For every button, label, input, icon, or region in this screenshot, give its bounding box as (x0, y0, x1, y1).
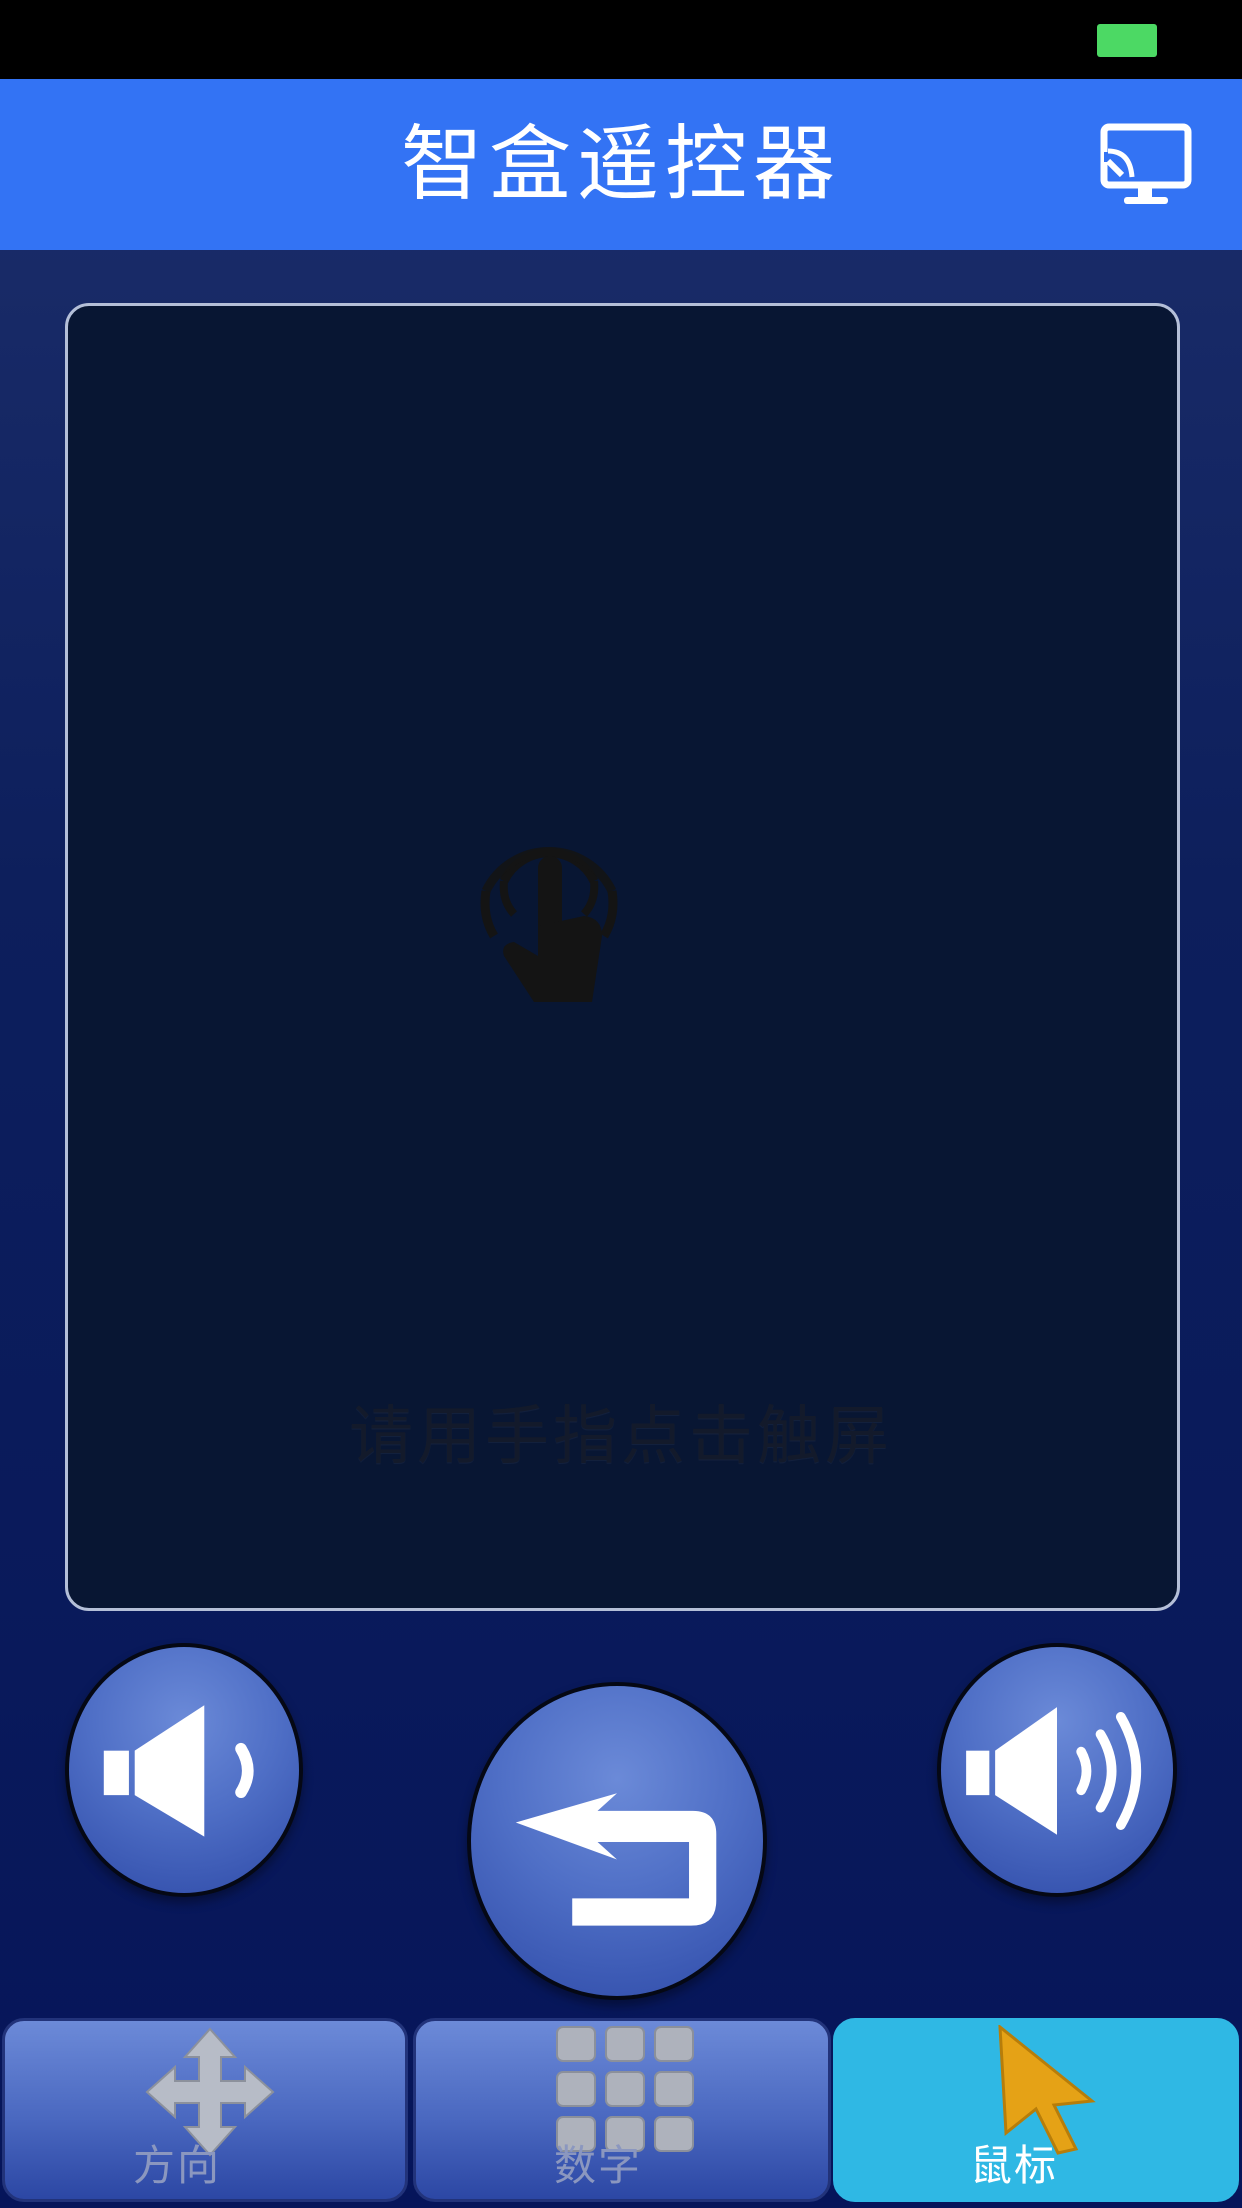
tab-direction-label: 方向 (133, 2141, 222, 2190)
back-button[interactable] (467, 1682, 767, 2000)
tab-direction[interactable]: 方向 (2, 2018, 408, 2202)
touch-hint-text: 请用手指点击触屏 (349, 1400, 893, 1474)
volume-down-icon (103, 1705, 254, 1837)
cast-button[interactable] (1100, 121, 1196, 209)
volume-up-button[interactable] (937, 1643, 1177, 1897)
tab-numbers[interactable]: 数字 (413, 2018, 831, 2202)
header: 智盒遥控器 (0, 79, 1242, 250)
back-arrow-icon (515, 1793, 717, 1926)
volume-up-icon (966, 1707, 1141, 1835)
tab-mouse[interactable]: 鼠标 (833, 2018, 1239, 2202)
volume-down-button[interactable] (65, 1643, 303, 1897)
page-title: 智盒遥控器 (400, 117, 841, 212)
monitor-cast-icon (1100, 123, 1192, 204)
battery-icon (1097, 24, 1157, 57)
status-bar (0, 0, 1242, 79)
tab-numbers-label: 数字 (554, 2141, 643, 2190)
touch-hand-icon (480, 847, 618, 1002)
tab-mouse-label: 鼠标 (970, 2141, 1059, 2190)
